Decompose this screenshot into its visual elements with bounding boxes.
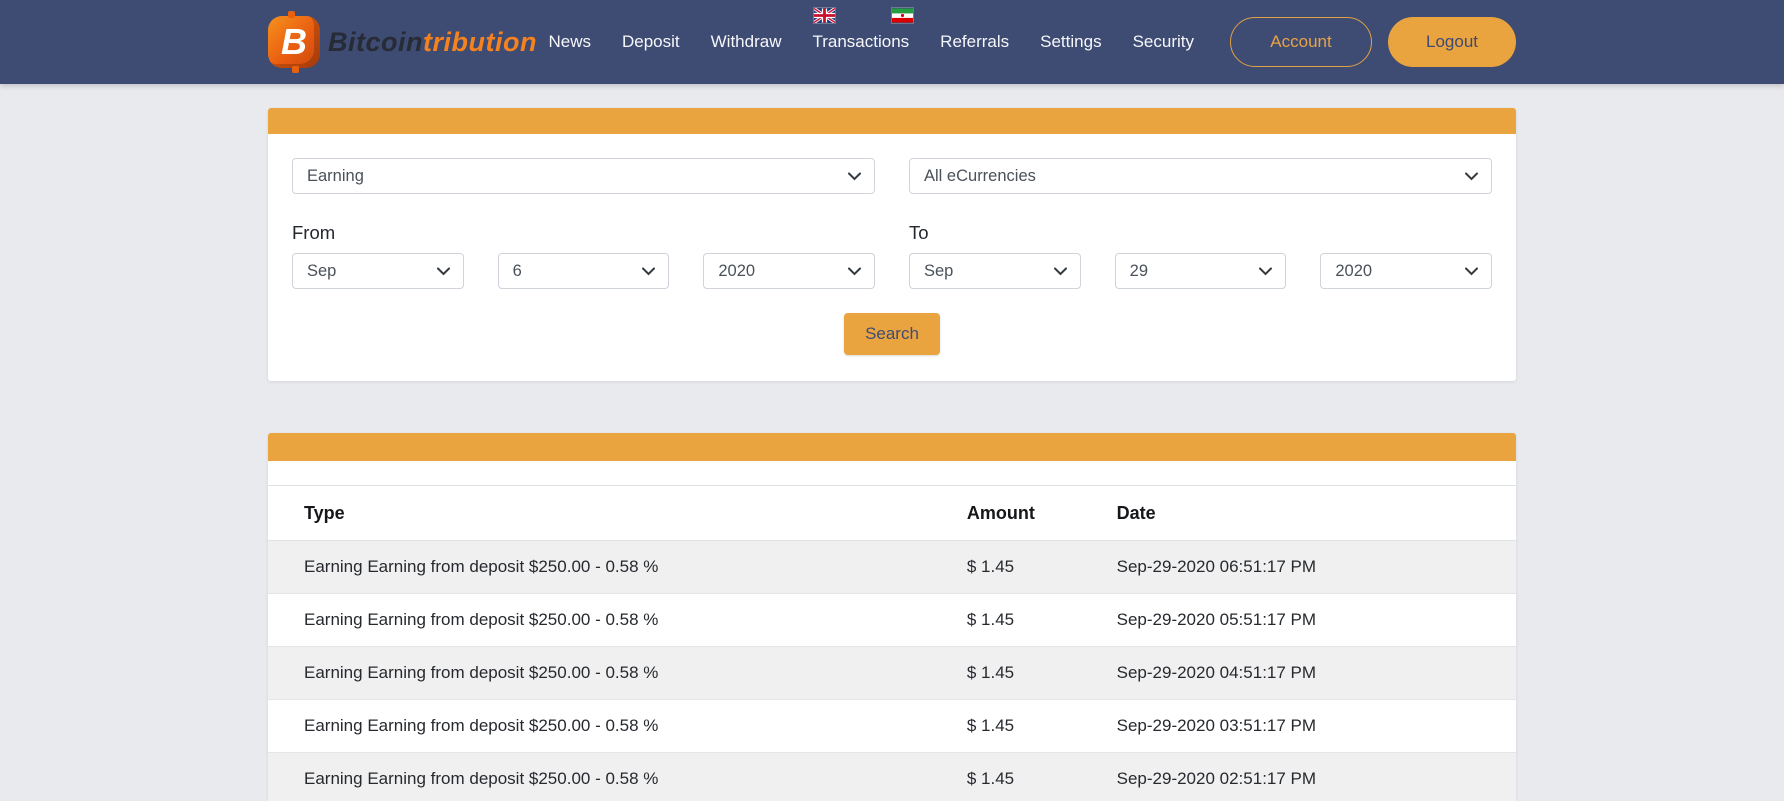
from-year-value: 2020: [718, 261, 756, 280]
logo-letter: B: [281, 21, 307, 62]
nav-item-transactions-label: Transactions: [812, 32, 910, 51]
nav-action-buttons: Account Logout: [1230, 17, 1516, 67]
brand-logo[interactable]: B Bitcointribution: [268, 11, 537, 73]
nav-item-news[interactable]: News: [548, 32, 591, 52]
top-navigation-bar: B Bitcointribution News Deposit Withdraw: [0, 0, 1784, 84]
to-year-select[interactable]: 2020: [1320, 253, 1493, 289]
chevron-down-icon: [1465, 262, 1479, 281]
search-button[interactable]: Search: [844, 313, 940, 355]
column-header-type: Type: [268, 485, 967, 541]
brand-word-primary: Bitcoin: [328, 26, 423, 57]
ecurrency-value: All eCurrencies: [924, 166, 1036, 185]
cell-type: Earning Earning from deposit $250.00 - 0…: [268, 699, 967, 753]
nav-item-referrals[interactable]: Referrals: [940, 32, 1009, 52]
table-header-row: Type Amount Date: [268, 485, 1516, 541]
chevron-down-icon: [848, 167, 861, 186]
cell-amount: $ 1.45: [966, 752, 1117, 801]
account-button[interactable]: Account: [1230, 17, 1372, 67]
to-label: To: [909, 222, 929, 243]
table-row: Earning Earning from deposit $250.00 - 0…: [268, 646, 1516, 700]
persian-flag-icon[interactable]: [892, 8, 914, 23]
cell-type: Earning Earning from deposit $250.00 - 0…: [268, 646, 967, 700]
to-day-value: 29: [1129, 261, 1149, 280]
from-label: From: [292, 222, 336, 243]
cell-amount: $ 1.45: [966, 646, 1117, 700]
cell-date: Sep-29-2020 05:51:17 PM: [1116, 593, 1516, 647]
table-card-header-bar: [268, 433, 1516, 461]
transaction-type-select[interactable]: Earning: [292, 158, 875, 194]
cell-date: Sep-29-2020 06:51:17 PM: [1116, 540, 1516, 594]
from-month-value: Sep: [307, 261, 337, 280]
chevron-down-icon: [1465, 167, 1478, 186]
to-month-select[interactable]: Sep: [909, 253, 1081, 289]
english-flag-icon[interactable]: [814, 8, 836, 23]
transactions-table: Type Amount Date Earning Earning from de…: [268, 485, 1516, 801]
bitcoin-logo-icon: B: [268, 11, 320, 73]
cell-date: Sep-29-2020 02:51:17 PM: [1116, 752, 1516, 801]
table-row: Earning Earning from deposit $250.00 - 0…: [268, 752, 1516, 801]
transactions-filter-card: Earning All eCurrencies From Sep 6 2020 …: [268, 108, 1516, 381]
to-month-value: Sep: [924, 261, 954, 280]
chevron-down-icon: [1053, 262, 1067, 281]
column-header-date: Date: [1116, 485, 1516, 541]
from-month-select[interactable]: Sep: [292, 253, 464, 289]
to-year-value: 2020: [1335, 261, 1373, 280]
nav-item-security[interactable]: Security: [1133, 32, 1194, 52]
from-day-select[interactable]: 6: [497, 253, 670, 289]
cell-date: Sep-29-2020 04:51:17 PM: [1116, 646, 1516, 700]
cell-amount: $ 1.45: [966, 593, 1117, 647]
transactions-table-card: Type Amount Date Earning Earning from de…: [268, 433, 1516, 801]
cell-amount: $ 1.45: [966, 699, 1117, 753]
nav-item-withdraw[interactable]: Withdraw: [711, 32, 782, 52]
chevron-down-icon: [1259, 262, 1273, 281]
cell-type: Earning Earning from deposit $250.00 - 0…: [268, 593, 967, 647]
to-day-select[interactable]: 29: [1114, 253, 1287, 289]
brand-name: Bitcointribution: [328, 27, 537, 58]
column-header-amount: Amount: [966, 485, 1117, 541]
cell-amount: $ 1.45: [966, 540, 1117, 594]
brand-word-accent: tribution: [423, 26, 537, 57]
nav-item-deposit[interactable]: Deposit: [622, 32, 680, 52]
table-row: Earning Earning from deposit $250.00 - 0…: [268, 593, 1516, 647]
chevron-down-icon: [642, 262, 656, 281]
cell-type: Earning Earning from deposit $250.00 - 0…: [268, 540, 967, 594]
chevron-down-icon: [848, 262, 862, 281]
chevron-down-icon: [436, 262, 450, 281]
main-nav: News Deposit Withdraw Transactions Refer…: [548, 8, 1194, 52]
from-day-value: 6: [512, 261, 522, 280]
ecurrency-select[interactable]: All eCurrencies: [909, 158, 1492, 194]
cell-type: Earning Earning from deposit $250.00 - 0…: [268, 752, 967, 801]
cell-date: Sep-29-2020 03:51:17 PM: [1116, 699, 1516, 753]
table-row: Earning Earning from deposit $250.00 - 0…: [268, 540, 1516, 594]
table-row: Earning Earning from deposit $250.00 - 0…: [268, 699, 1516, 753]
filter-card-header-bar: [268, 108, 1516, 134]
nav-item-transactions[interactable]: Transactions: [812, 8, 914, 52]
nav-item-settings[interactable]: Settings: [1040, 32, 1101, 52]
from-year-select[interactable]: 2020: [703, 253, 876, 289]
logout-button[interactable]: Logout: [1388, 17, 1516, 67]
transaction-type-value: Earning: [307, 166, 364, 185]
